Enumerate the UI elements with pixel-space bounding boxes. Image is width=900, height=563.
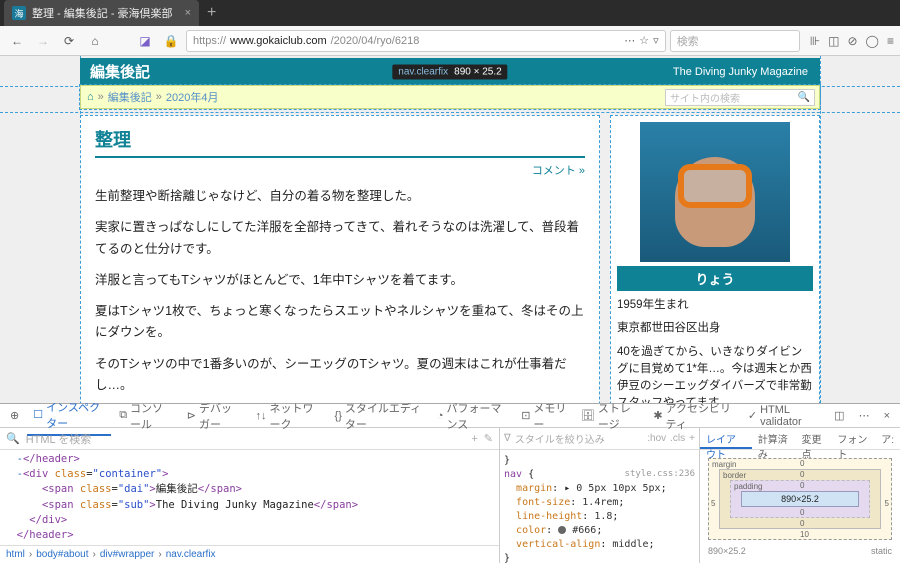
author-avatar xyxy=(640,122,790,262)
lock-icon: 🔒 xyxy=(160,30,182,52)
author-name: りょう xyxy=(617,266,813,291)
crumb-link[interactable]: 編集後記 xyxy=(108,89,152,105)
devtools-style-filter[interactable]: ∇スタイルを絞り込み :hov.cls+ xyxy=(500,428,699,450)
crumb-link[interactable]: 2020年4月 xyxy=(166,89,219,105)
devtools-tab-validator[interactable]: ✓ HTML validator xyxy=(742,401,824,431)
account-icon[interactable]: ◯ xyxy=(866,34,879,48)
boxmodel-tab-computed[interactable]: 計算済み xyxy=(752,428,796,449)
browser-search[interactable]: 検索 xyxy=(670,30,800,52)
home-button[interactable]: ⌂ xyxy=(84,30,106,52)
article-p: 洋服と言ってもTシャツがほとんどで、1年中Tシャツを着てます。 xyxy=(95,270,585,291)
comment-link[interactable]: コメント » xyxy=(532,165,585,177)
devtools-html-tree[interactable]: -</header> -<div class="container"> <spa… xyxy=(0,450,499,545)
forward-button[interactable]: → xyxy=(32,30,54,52)
sidebar-p: 1959年生まれ xyxy=(617,297,813,314)
article-p: 夏はTシャツ1枚で、ちょっと寒くなったらスエットやネルシャツを重ねて、冬はその上… xyxy=(95,301,585,344)
devtools-breadcrumbs[interactable]: html › body#about › div#wrapper › nav.cl… xyxy=(0,545,499,563)
devtools-rules[interactable]: } nav {style.css:236 margin: ▸ 0 5px 10p… xyxy=(500,450,699,563)
star-icon[interactable]: ☆ xyxy=(639,34,649,47)
home-icon[interactable]: ⌂ xyxy=(87,91,94,103)
breadcrumb-nav: ⌂ » 編集後記 » 2020年4月 サイト内の検索 🔍 xyxy=(80,85,820,109)
page-viewport: 編集後記 The Diving Junky Magazine nav.clear… xyxy=(0,56,900,403)
inspector-measure-pill: nav.clearfix 890 × 25.2 xyxy=(392,64,507,79)
page-subtitle: The Diving Junky Magazine xyxy=(673,66,808,78)
sidebar-icon[interactable]: ◫ xyxy=(828,34,839,48)
devtools-dock-icon[interactable]: ◫ xyxy=(828,406,850,425)
devtools-html-search[interactable]: 🔍 HTML を検索 +✎ xyxy=(0,428,499,450)
library-icon[interactable]: ⊪ xyxy=(810,34,820,48)
browser-titlebar: 海 整理 - 編集後記 - 豪海倶楽部 × + xyxy=(0,0,900,26)
search-icon: 🔍 xyxy=(6,432,20,445)
search-icon[interactable]: 🔍 xyxy=(798,92,810,103)
devtools-close-icon[interactable]: × xyxy=(878,407,896,425)
devtools-tabs: ⊕ ☐ インスペクター ⧉ コンソール ⊳ デバッガー ↑↓ ネットワーク {}… xyxy=(0,404,900,428)
url-path: /2020/04/ryo/6218 xyxy=(331,35,420,47)
back-button[interactable]: ← xyxy=(6,30,28,52)
devtools-html-pane: 🔍 HTML を検索 +✎ -</header> -<div class="co… xyxy=(0,428,500,563)
article-title: 整理 xyxy=(95,126,585,158)
boxmodel-tab-font[interactable]: フォント xyxy=(831,428,875,449)
pocket-icon[interactable]: ▿ xyxy=(653,34,659,47)
page-title: 編集後記 xyxy=(90,61,150,82)
url-host: www.gokaiclub.com xyxy=(230,35,327,47)
article-main: 整理 コメント » 生前整理や断捨離じゃなけど、自分の着る物を整理した。 実家に… xyxy=(80,115,600,403)
boxmodel-tab-changes[interactable]: 変更点 xyxy=(796,428,832,449)
browser-tab[interactable]: 海 整理 - 編集後記 - 豪海倶楽部 × xyxy=(4,0,199,26)
site-search[interactable]: サイト内の検索 🔍 xyxy=(665,89,815,106)
boxmodel-tab-anim[interactable]: ア: xyxy=(875,428,900,449)
reload-button[interactable]: ⟳ xyxy=(58,30,80,52)
page-header: 編集後記 The Diving Junky Magazine nav.clear… xyxy=(80,58,820,85)
shield-icon[interactable]: ◪ xyxy=(134,30,156,52)
boxmodel-tab-layout[interactable]: レイアウト xyxy=(700,428,752,449)
tab-title: 整理 - 編集後記 - 豪海倶楽部 xyxy=(32,5,173,21)
new-tab-button[interactable]: + xyxy=(207,4,216,22)
devtools-styles-pane: ∇スタイルを絞り込み :hov.cls+ } nav {style.css:23… xyxy=(500,428,700,563)
devtools-picker-icon[interactable]: ⊕ xyxy=(4,406,25,425)
reader-icon[interactable]: ⋯ xyxy=(624,34,635,47)
url-bar[interactable]: https:// www.gokaiclub.com/2020/04/ryo/62… xyxy=(186,30,666,52)
devtools-more-icon[interactable]: ⋯ xyxy=(853,406,876,425)
url-protocol: https:// xyxy=(193,35,226,47)
article-p: 生前整理や断捨離じゃなけど、自分の着る物を整理した。 xyxy=(95,186,585,207)
devtools-boxmodel-pane: レイアウト 計算済み 変更点 フォント ア: margin 0 10 5 5 b… xyxy=(700,428,900,563)
browser-toolbar: ← → ⟳ ⌂ ◪ 🔒 https:// www.gokaiclub.com/20… xyxy=(0,26,900,56)
devtools-panel: ⊕ ☐ インスペクター ⧉ コンソール ⊳ デバッガー ↑↓ ネットワーク {}… xyxy=(0,403,900,563)
boxmodel-diagram: margin 0 10 5 5 border 0 0 padding 0 0 8… xyxy=(700,450,900,563)
menu-icon[interactable]: ≡ xyxy=(887,34,894,48)
sidebar-p: 40を過ぎてから、いきなりダイビングに目覚めて1*年…。今は週末とか西伊豆のシー… xyxy=(617,344,813,404)
close-tab-icon[interactable]: × xyxy=(185,7,191,19)
sidebar-p: 東京都世田谷区出身 xyxy=(617,320,813,337)
sidebar: りょう 1959年生まれ 東京都世田谷区出身 40を過ぎてから、いきなりダイビン… xyxy=(610,115,820,403)
tab-favicon: 海 xyxy=(12,6,26,20)
sync-icon[interactable]: ⊘ xyxy=(847,34,857,48)
article-p: 実家に置きっぱなしにしてた洋服を全部持ってきて、着れそうなのは洗濯して、普段着て… xyxy=(95,217,585,260)
article-p: そのTシャツの中で1番多いのが、シーエッグのTシャツ。夏の週末はこれが仕事着だし… xyxy=(95,354,585,397)
